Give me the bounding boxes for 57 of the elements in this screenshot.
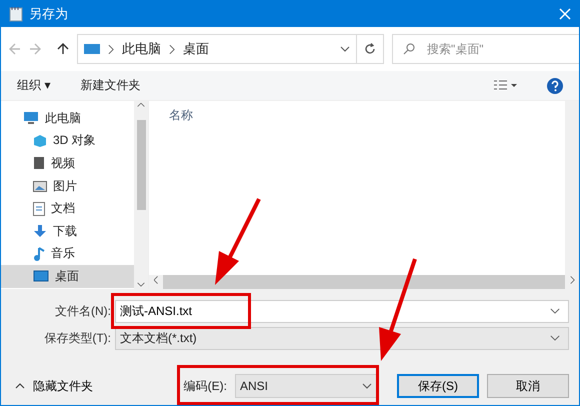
cube-icon (33, 134, 47, 148)
chevron-down-icon[interactable] (550, 308, 560, 314)
chevron-up-icon[interactable] (137, 103, 145, 108)
document-icon (33, 202, 45, 216)
encoding-dropdown[interactable]: ANSI (235, 374, 377, 398)
column-header[interactable]: 名称 (149, 101, 565, 275)
chevron-down-icon (550, 335, 560, 341)
dialog-button[interactable]: 保存(S) (397, 374, 479, 398)
chevron-down-icon[interactable] (340, 46, 350, 52)
view-options-icon[interactable] (493, 80, 517, 92)
sidebar-item[interactable]: 视频 (1, 152, 134, 175)
breadcrumb-item[interactable]: 桌面 (183, 40, 209, 58)
music-note-icon (33, 246, 45, 261)
chevron-up-icon (15, 383, 25, 389)
filename-combobox[interactable]: 测试-ANSI.txt (115, 300, 569, 322)
up-arrow-icon[interactable] (57, 43, 69, 55)
field-label: 保存类型(T): (43, 330, 111, 346)
chevron-left-icon[interactable] (154, 276, 158, 284)
sidebar-item[interactable]: 桌面 (1, 265, 134, 288)
breadcrumb-item[interactable]: 此电脑 (122, 40, 161, 58)
chevron-right-icon (169, 44, 175, 54)
monitor-icon (23, 111, 39, 126)
chevron-down-icon[interactable] (137, 282, 145, 287)
close-icon[interactable] (559, 8, 571, 20)
sidebar-item[interactable]: 音乐 (1, 242, 134, 266)
chevron-right-icon[interactable] (570, 276, 574, 284)
file-type-dropdown[interactable]: 文本文档(*.txt) (115, 326, 569, 350)
refresh-icon (363, 42, 377, 56)
search-field[interactable]: 搜索"桌面" (392, 34, 579, 64)
field-label: 文件名(N): (54, 302, 111, 320)
notepad-icon (9, 6, 23, 22)
chevron-down-icon (362, 383, 372, 389)
search-icon (403, 43, 415, 55)
down-arrow-icon (33, 224, 47, 238)
sidebar-item[interactable]: 图片 (1, 174, 134, 198)
field-label: 编码(E): (182, 378, 227, 394)
sidebar-item[interactable]: 3D 对象 (1, 130, 134, 152)
desktop-icon (33, 270, 49, 283)
help-icon[interactable] (547, 78, 563, 94)
dialog-button[interactable]: 取消 (487, 374, 569, 398)
address-bar[interactable]: 此电脑 桌面 (77, 34, 357, 64)
sidebar-item[interactable]: 文档 (1, 197, 134, 220)
scrollbar[interactable] (149, 275, 579, 289)
sidebar-item[interactable]: 下载 (1, 220, 134, 243)
hide-folders-button[interactable]: 隐藏文件夹 (11, 378, 93, 394)
window-title: 另存为 (29, 5, 69, 23)
organize-menu[interactable]: 组织 ▾ (17, 77, 50, 94)
monitor-icon (84, 43, 100, 55)
scrollbar[interactable] (565, 101, 579, 275)
sidebar-item[interactable]: 此电脑 (1, 107, 134, 130)
scrollbar[interactable] (134, 101, 148, 289)
new-folder-button[interactable]: 新建文件夹 (80, 77, 140, 94)
picture-icon (33, 180, 47, 192)
film-icon (33, 156, 45, 170)
refresh-button[interactable] (357, 34, 384, 64)
filename-input[interactable]: 测试-ANSI.txt (120, 304, 550, 318)
chevron-right-icon (108, 44, 114, 54)
